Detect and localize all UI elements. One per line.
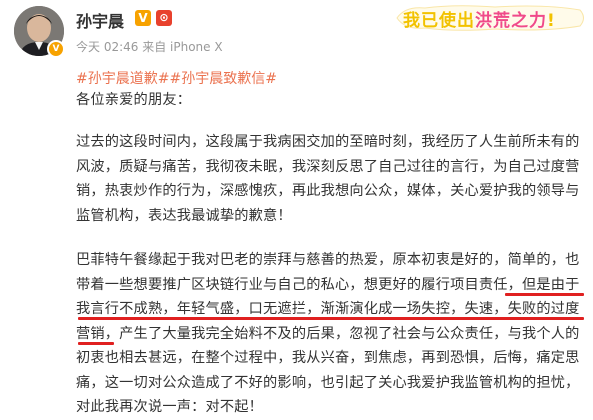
vip-badge-icon[interactable]: V xyxy=(135,10,151,26)
banner-text: 我已使出洪荒之力! xyxy=(403,6,556,31)
banner-sticker: 我已使出洪荒之力! xyxy=(395,2,587,34)
highlight-underline-3 xyxy=(78,342,114,345)
paragraph-2: 巴菲特午餐缘起于我对巴老的崇拜与慈善的热爱，原本初衷是好的，简单的，也带着一些想… xyxy=(76,252,580,415)
banner-part3: ! xyxy=(547,11,556,31)
hashtag-apology-letter[interactable]: #孙宇晨致歉信# xyxy=(169,71,276,87)
post-meta: 今天 02:46 来自 iPhone X xyxy=(76,40,223,54)
hashtags: #孙宇晨道歉##孙宇晨致歉信# xyxy=(76,68,277,88)
author-name[interactable]: 孙宇晨 xyxy=(76,8,124,32)
banner-part2: 洪荒之力 xyxy=(475,11,547,31)
highlight-underline-2 xyxy=(78,317,584,320)
hashtag-apology[interactable]: #孙宇晨道歉# xyxy=(76,71,169,87)
greeting: 各位亲爱的朋友： xyxy=(76,92,192,108)
highlight-underline-1 xyxy=(505,293,584,296)
banner-part1: 我已使出 xyxy=(403,11,475,31)
member-badge-icon[interactable]: ⊙ xyxy=(156,10,172,26)
paragraph-1: 过去的这段时间内，这段属于我病困交加的至暗时刻，我经历了人生前所未有的风波，质疑… xyxy=(76,134,580,224)
verified-icon: V xyxy=(47,40,65,58)
